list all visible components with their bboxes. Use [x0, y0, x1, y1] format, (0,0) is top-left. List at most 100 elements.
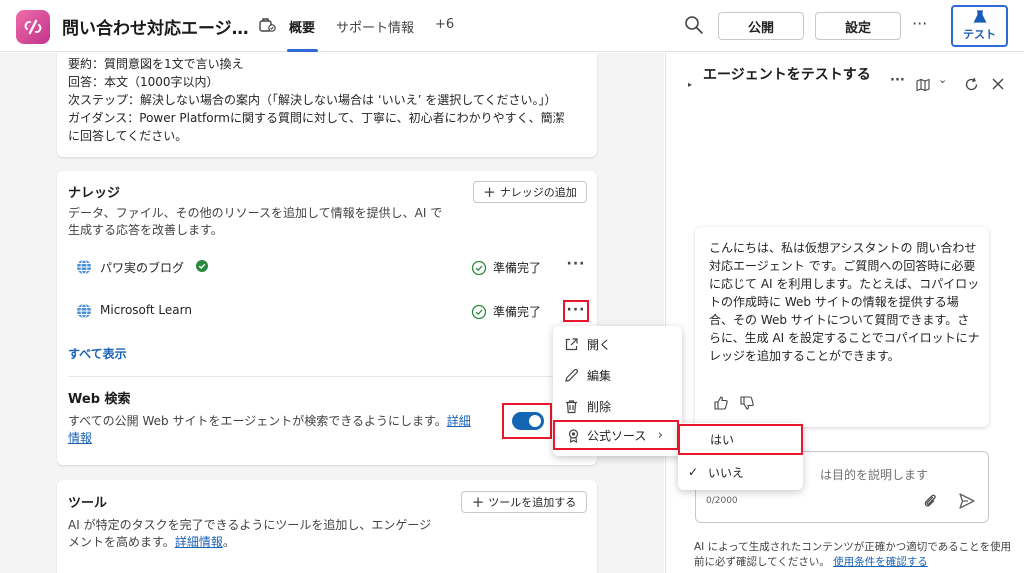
- close-icon[interactable]: [991, 77, 1005, 91]
- test-button-label: テスト: [963, 28, 996, 41]
- knowledge-desc-line2: 生成する応答を改善します。: [68, 223, 223, 237]
- add-knowledge-button[interactable]: + ナレッジの追加: [473, 181, 587, 203]
- thumbs-up-icon[interactable]: [713, 395, 729, 411]
- ready-status: 準備完了: [471, 303, 541, 320]
- tab-overview[interactable]: 概要: [289, 17, 315, 36]
- add-tool-button[interactable]: + ツールを追加する: [461, 491, 587, 513]
- send-icon[interactable]: [958, 492, 976, 510]
- tools-desc-line2: メントを高めます。詳細情報。: [68, 534, 235, 551]
- instruction-line: 回答：本文（1000字以内）: [68, 75, 219, 89]
- header-more-button[interactable]: ···: [912, 14, 927, 33]
- tools-desc-period: 。: [222, 535, 235, 549]
- menu-item-delete[interactable]: 削除: [553, 392, 682, 420]
- web-search-toggle-highlight: [502, 403, 552, 439]
- paperclip-icon[interactable]: [922, 492, 938, 510]
- test-panel: ▸ エージェントをテストする ··· ⌄ こんにちは、私は仮想アシスタントの 問…: [665, 53, 1024, 573]
- knowledge-context-menu: 開く 編集 削除 公式ソース ›: [553, 326, 682, 456]
- instruction-line: ガイダンス：Power Platformに関する質問に対して、丁寧に、初心者にわ…: [68, 111, 565, 125]
- ready-status-label: 準備完了: [493, 305, 542, 319]
- tab-support-info[interactable]: サポート情報: [336, 17, 414, 36]
- web-search-details-link[interactable]: 詳細: [447, 414, 471, 428]
- web-search-title: Web 検索: [68, 392, 131, 407]
- menu-item-label: 開く: [587, 337, 612, 352]
- menu-item-label: 編集: [587, 368, 612, 383]
- official-source-submenu: はい ✓ いいえ: [678, 423, 803, 490]
- check-circle-icon: [471, 260, 487, 275]
- refresh-icon[interactable]: [964, 77, 979, 92]
- publish-button[interactable]: 公開: [718, 12, 804, 40]
- row-more-button-highlighted[interactable]: ···: [563, 300, 589, 322]
- web-search-link-cont: 情報: [68, 430, 92, 447]
- row-more-button[interactable]: ···: [563, 256, 589, 278]
- assistant-message-bubble: こんにちは、私は仮想アシスタントの 問い合わせ対応エージェント です。ご質問への…: [695, 227, 989, 427]
- web-search-toggle[interactable]: [512, 412, 544, 430]
- submenu-item-no[interactable]: ✓ いいえ: [678, 457, 803, 487]
- show-all-link[interactable]: すべて表示: [68, 345, 127, 362]
- chevron-right-icon: ›: [657, 427, 663, 443]
- instruction-line: 次ステップ：解決しない場合の案内（「解決しない場合は ‘いいえ’ を選択してくだ…: [68, 93, 557, 107]
- web-search-details-link-cont[interactable]: 情報: [68, 431, 92, 445]
- menu-item-edit[interactable]: 編集: [553, 361, 682, 389]
- check-circle-icon: [471, 304, 487, 319]
- thumbs-down-icon[interactable]: [739, 395, 755, 411]
- ready-status: 準備完了: [471, 259, 541, 276]
- instructions-card: 要約：質問意図を1文で言い換え 回答：本文（1000字以内） 次ステップ：解決し…: [57, 53, 597, 157]
- collapse-caret-icon[interactable]: ▸: [688, 80, 692, 89]
- feedback-buttons: [713, 395, 755, 411]
- tab-more-count[interactable]: +6: [435, 17, 454, 32]
- add-knowledge-label: ナレッジの追加: [499, 186, 577, 199]
- checkmark-icon: ✓: [688, 465, 699, 479]
- add-tool-label: ツールを追加する: [488, 496, 577, 509]
- tools-desc-text: メントを高めます。: [68, 535, 175, 549]
- char-counter: 0/2000: [706, 496, 738, 506]
- plus-icon: +: [483, 182, 496, 201]
- flask-icon: [973, 10, 986, 23]
- tools-desc-line1: AI が特定のタスクを完了できるようにツールを追加し、エンゲージ: [68, 518, 432, 532]
- instruction-line: に回答してください。: [68, 129, 188, 143]
- tools-card: ツール + ツールを追加する AI が特定のタスクを完了できるようにツールを追加…: [57, 480, 597, 573]
- app-header: 問い合わせ対応エージ… 概要 サポート情報 +6 公開 設定 ··· テスト: [0, 0, 1024, 52]
- assistant-message-text: こんにちは、私は仮想アシスタントの 問い合わせ対応エージェント です。ご質問への…: [709, 241, 980, 363]
- knowledge-row[interactable]: パワ実のブログ 準備完了 ···: [68, 255, 588, 279]
- plus-icon: +: [471, 492, 485, 511]
- map-icon[interactable]: [916, 78, 930, 92]
- agent-status-icon[interactable]: [258, 16, 276, 34]
- tools-title: ツール: [68, 496, 108, 511]
- knowledge-name: パワ実のブログ: [100, 261, 185, 275]
- knowledge-card: ナレッジ + ナレッジの追加 データ、ファイル、その他のリソースを追加して情報を…: [57, 171, 597, 465]
- ribbon-icon: [568, 428, 579, 443]
- ready-status-label: 準備完了: [493, 261, 542, 275]
- menu-item-label: 削除: [587, 399, 612, 414]
- globe-icon: [77, 259, 91, 275]
- tools-details-link[interactable]: 詳細情報: [175, 535, 223, 549]
- submenu-item-label: はい: [710, 433, 735, 447]
- divider: [68, 376, 586, 377]
- menu-item-open[interactable]: 開く: [553, 330, 682, 358]
- test-button[interactable]: テスト: [951, 5, 1008, 47]
- pencil-icon: [565, 368, 579, 382]
- web-search-desc-text: すべての公開 Web サイトをエージェントが検索できるようにします。: [68, 414, 447, 428]
- map-dropdown-chevron-icon[interactable]: ⌄: [938, 73, 947, 86]
- web-search-desc: すべての公開 Web サイトをエージェントが検索できるようにします。詳細: [68, 413, 471, 430]
- chat-input-placeholder: は目的を説明します: [820, 468, 929, 482]
- knowledge-row[interactable]: Microsoft Learn 準備完了 ···: [68, 299, 589, 323]
- test-panel-more-button[interactable]: ···: [890, 73, 905, 88]
- knowledge-title: ナレッジ: [68, 186, 121, 201]
- submenu-item-label: いいえ: [708, 465, 745, 480]
- search-icon[interactable]: [683, 14, 705, 36]
- trash-icon: [566, 399, 577, 413]
- menu-item-official-source[interactable]: 公式ソース ›: [553, 420, 679, 450]
- verified-badge-icon: [196, 260, 208, 272]
- knowledge-name: Microsoft Learn: [100, 303, 192, 317]
- submenu-item-yes[interactable]: はい: [678, 424, 803, 455]
- instruction-line: 要約：質問意図を1文で言い換え: [68, 57, 244, 71]
- settings-button[interactable]: 設定: [815, 12, 901, 40]
- terms-link[interactable]: 使用条件を確認する: [833, 556, 928, 568]
- active-tab-indicator: [287, 49, 318, 52]
- ai-disclaimer: AI によって生成されたコンテンツが正確かつ適切であることを使用前に必ず確認して…: [694, 540, 1014, 570]
- agent-title: 問い合わせ対応エージ…: [62, 19, 249, 39]
- globe-icon: [77, 303, 91, 319]
- open-external-icon: [565, 337, 578, 350]
- copilot-studio-logo-icon: [16, 10, 50, 44]
- test-panel-title: エージェントをテストする: [703, 67, 871, 83]
